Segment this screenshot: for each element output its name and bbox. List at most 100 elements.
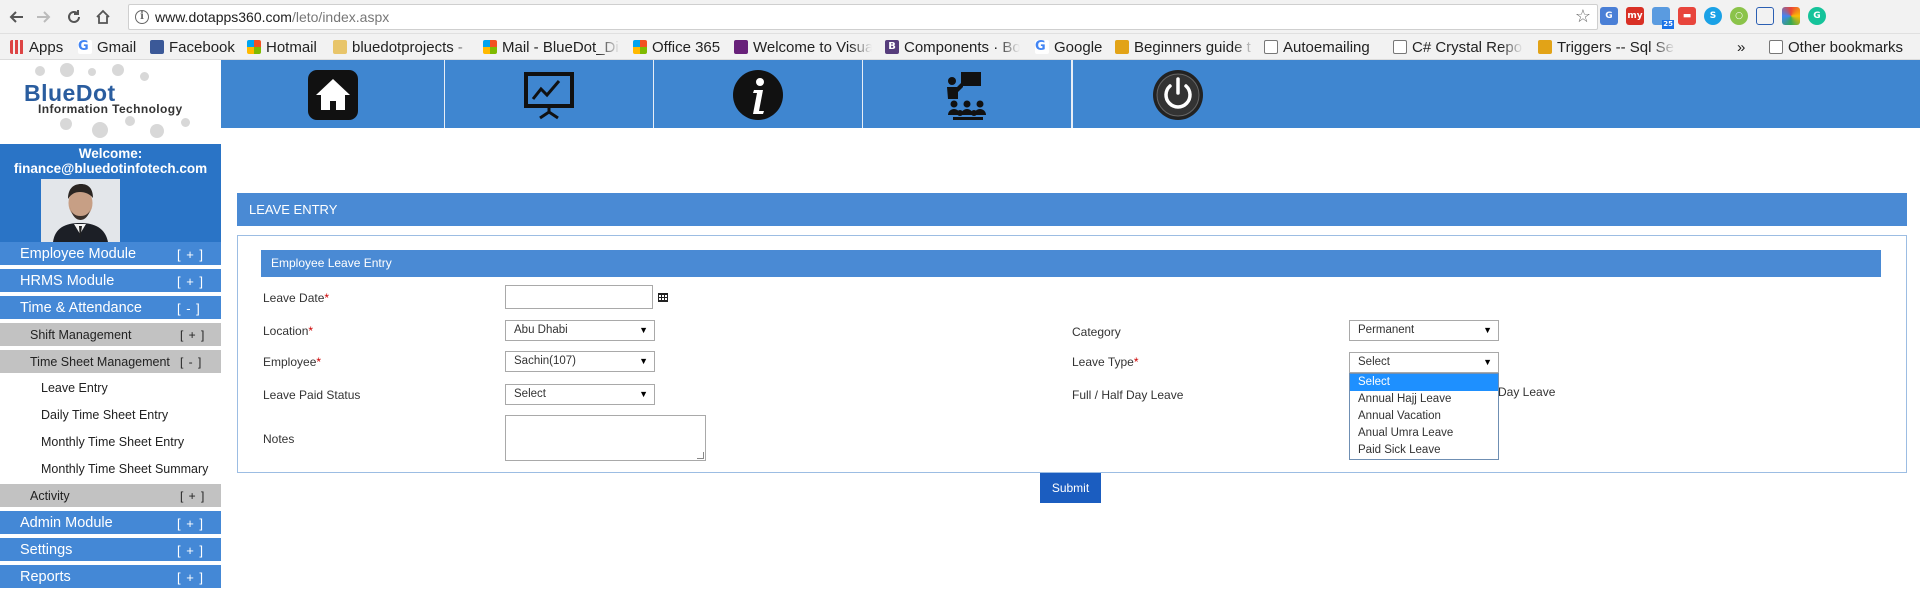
- url-text: www.dotapps360.com/leto/index.aspx: [155, 9, 390, 25]
- location-select[interactable]: Abu Dhabi ▼: [505, 320, 655, 341]
- company-logo[interactable]: BlueDot Information Technology: [0, 60, 221, 144]
- menu-time-sheet-management[interactable]: Time Sheet Management[ - ]: [0, 350, 221, 375]
- nav-home[interactable]: [221, 60, 445, 128]
- welcome-label: Welcome:: [78, 146, 143, 161]
- menu-admin-module[interactable]: Admin Module[ + ]: [0, 511, 221, 536]
- bookmark-star-icon[interactable]: ☆: [1575, 6, 1591, 27]
- nav-logout[interactable]: [1073, 60, 1283, 128]
- back-arrow-icon[interactable]: [6, 6, 28, 28]
- page-icon: [1393, 40, 1407, 54]
- panel-title: Employee Leave Entry: [261, 250, 1881, 277]
- expand-toggle[interactable]: [ + ]: [177, 242, 204, 267]
- bookmark-beginners-guide[interactable]: Beginners guide t: [1115, 38, 1255, 56]
- menu-ext-icon[interactable]: ▬: [1678, 7, 1696, 25]
- logo-dot: [88, 68, 96, 76]
- leave-type-dropdown-list: Select Annual Hajj Leave Annual Vacation…: [1349, 373, 1499, 460]
- nav-dashboard[interactable]: [445, 60, 654, 128]
- bookmarks-bar: Apps G Gmail Facebook Hotmail bluedotproj…: [0, 34, 1920, 60]
- full-half-day-option-text: Day Leave: [1498, 385, 1556, 399]
- category-select[interactable]: Permanent ▼: [1349, 320, 1499, 341]
- bookmark-office365[interactable]: Office 365: [633, 38, 720, 56]
- menu-hrms-module[interactable]: HRMS Module[ + ]: [0, 269, 221, 294]
- circle-ext-icon[interactable]: ○: [1730, 7, 1748, 25]
- menu-daily-time-sheet-entry[interactable]: Daily Time Sheet Entry: [0, 402, 221, 429]
- leave-type-option[interactable]: Paid Sick Leave: [1350, 442, 1498, 459]
- collapse-toggle[interactable]: [ - ]: [180, 350, 202, 375]
- expand-toggle[interactable]: [ + ]: [177, 565, 204, 590]
- bookmark-bluedotprojects[interactable]: bluedotprojects -: [333, 38, 473, 56]
- reload-icon[interactable]: [63, 6, 85, 28]
- bookmark-other[interactable]: Other bookmarks: [1769, 38, 1903, 56]
- leave-type-select[interactable]: Select ▼: [1349, 352, 1499, 373]
- notes-label: Notes: [263, 432, 295, 446]
- forward-arrow-icon[interactable]: [32, 6, 54, 28]
- menu-leave-entry[interactable]: Leave Entry: [0, 375, 221, 402]
- bookmark-hotmail[interactable]: Hotmail: [247, 38, 317, 56]
- resize-grip-icon[interactable]: [697, 452, 704, 459]
- translate-ext-icon[interactable]: G: [1600, 7, 1618, 25]
- menu-activity[interactable]: Activity[ + ]: [0, 484, 221, 509]
- leave-type-option[interactable]: Anual Umra Leave: [1350, 425, 1498, 442]
- bookmark-google[interactable]: G Google: [1035, 38, 1102, 56]
- menu-time-attendance[interactable]: Time & Attendance[ - ]: [0, 296, 221, 321]
- employee-select[interactable]: Sachin(107) ▼: [505, 351, 655, 372]
- logo-dot: [181, 118, 190, 127]
- menu-reports[interactable]: Reports[ + ]: [0, 565, 221, 590]
- menu-monthly-time-sheet-entry[interactable]: Monthly Time Sheet Entry: [0, 429, 221, 456]
- address-bar[interactable]: i www.dotapps360.com/leto/index.aspx ☆: [128, 4, 1598, 30]
- training-icon: [947, 72, 986, 120]
- dashboard-chart-icon: [524, 72, 574, 120]
- menu-shift-management[interactable]: Shift Management[ + ]: [0, 323, 221, 348]
- microsoft-icon: [633, 40, 647, 54]
- leave-type-option[interactable]: Select: [1350, 374, 1498, 391]
- calendar-icon[interactable]: [658, 292, 668, 302]
- nav-training[interactable]: [863, 60, 1072, 128]
- leave-type-option[interactable]: Annual Vacation: [1350, 408, 1498, 425]
- bookmarks-overflow-chevron[interactable]: »: [1737, 38, 1745, 56]
- bookmark-autoemailing[interactable]: Autoemailing: [1264, 38, 1370, 56]
- leave-type-option[interactable]: Annual Hajj Leave: [1350, 391, 1498, 408]
- dropdown-arrow-icon: ▼: [1483, 357, 1492, 367]
- bookmark-components[interactable]: B Components · Bo: [885, 38, 1020, 56]
- grammarly-ext-icon[interactable]: G: [1808, 7, 1826, 25]
- logo-dot: [112, 64, 124, 76]
- nav-info[interactable]: [654, 60, 863, 128]
- expand-toggle[interactable]: [ + ]: [180, 484, 205, 509]
- bookmark-crystal-report[interactable]: C# Crystal Report: [1393, 38, 1523, 56]
- power-icon: [1153, 70, 1203, 120]
- leave-paid-status-select[interactable]: Select ▼: [505, 384, 655, 405]
- site-info-icon[interactable]: i: [135, 10, 149, 24]
- screenshot-ext-icon[interactable]: [1756, 7, 1774, 25]
- expand-toggle[interactable]: [ + ]: [177, 511, 204, 536]
- category-label: Category: [1072, 325, 1121, 339]
- logo-dot: [60, 118, 72, 130]
- notes-textarea[interactable]: [505, 415, 706, 461]
- collapse-toggle[interactable]: [ - ]: [177, 296, 201, 321]
- bookmark-welcome-visual[interactable]: Welcome to Visua: [734, 38, 872, 56]
- expand-toggle[interactable]: [ + ]: [180, 323, 205, 348]
- bookmark-facebook[interactable]: Facebook: [150, 38, 235, 56]
- bookmark-triggers[interactable]: Triggers -- Sql Se: [1538, 38, 1675, 56]
- location-label: Location*: [263, 324, 314, 338]
- my-ext-icon[interactable]: my: [1626, 7, 1644, 25]
- menu-monthly-time-sheet-summary[interactable]: Monthly Time Sheet Summary: [0, 456, 221, 483]
- logo-dot: [140, 72, 149, 81]
- facebook-icon: [150, 40, 164, 54]
- cloud-ext-icon[interactable]: 25: [1652, 7, 1674, 29]
- skype-ext-icon[interactable]: S: [1704, 7, 1722, 25]
- color-ext-icon[interactable]: [1782, 7, 1800, 25]
- submit-button[interactable]: Submit: [1040, 473, 1101, 503]
- bookmark-apps[interactable]: Apps: [10, 38, 63, 56]
- menu-settings[interactable]: Settings[ + ]: [0, 538, 221, 563]
- apps-grid-icon: [10, 40, 24, 54]
- leave-date-input[interactable]: [505, 285, 653, 309]
- expand-toggle[interactable]: [ + ]: [177, 269, 204, 294]
- bookmark-mail-bluedot[interactable]: Mail - BlueDot_Di: [483, 38, 620, 56]
- logo-dot: [60, 63, 74, 77]
- home-page-icon[interactable]: [92, 6, 114, 28]
- leave-paid-status-label: Leave Paid Status: [263, 388, 361, 402]
- expand-toggle[interactable]: [ + ]: [177, 538, 204, 563]
- menu-employee-module[interactable]: Employee Module[ + ]: [0, 242, 221, 267]
- bookmark-gmail[interactable]: G Gmail: [78, 38, 136, 56]
- welcome-panel: Welcome: finance@bluedotinfotech.com: [0, 144, 221, 242]
